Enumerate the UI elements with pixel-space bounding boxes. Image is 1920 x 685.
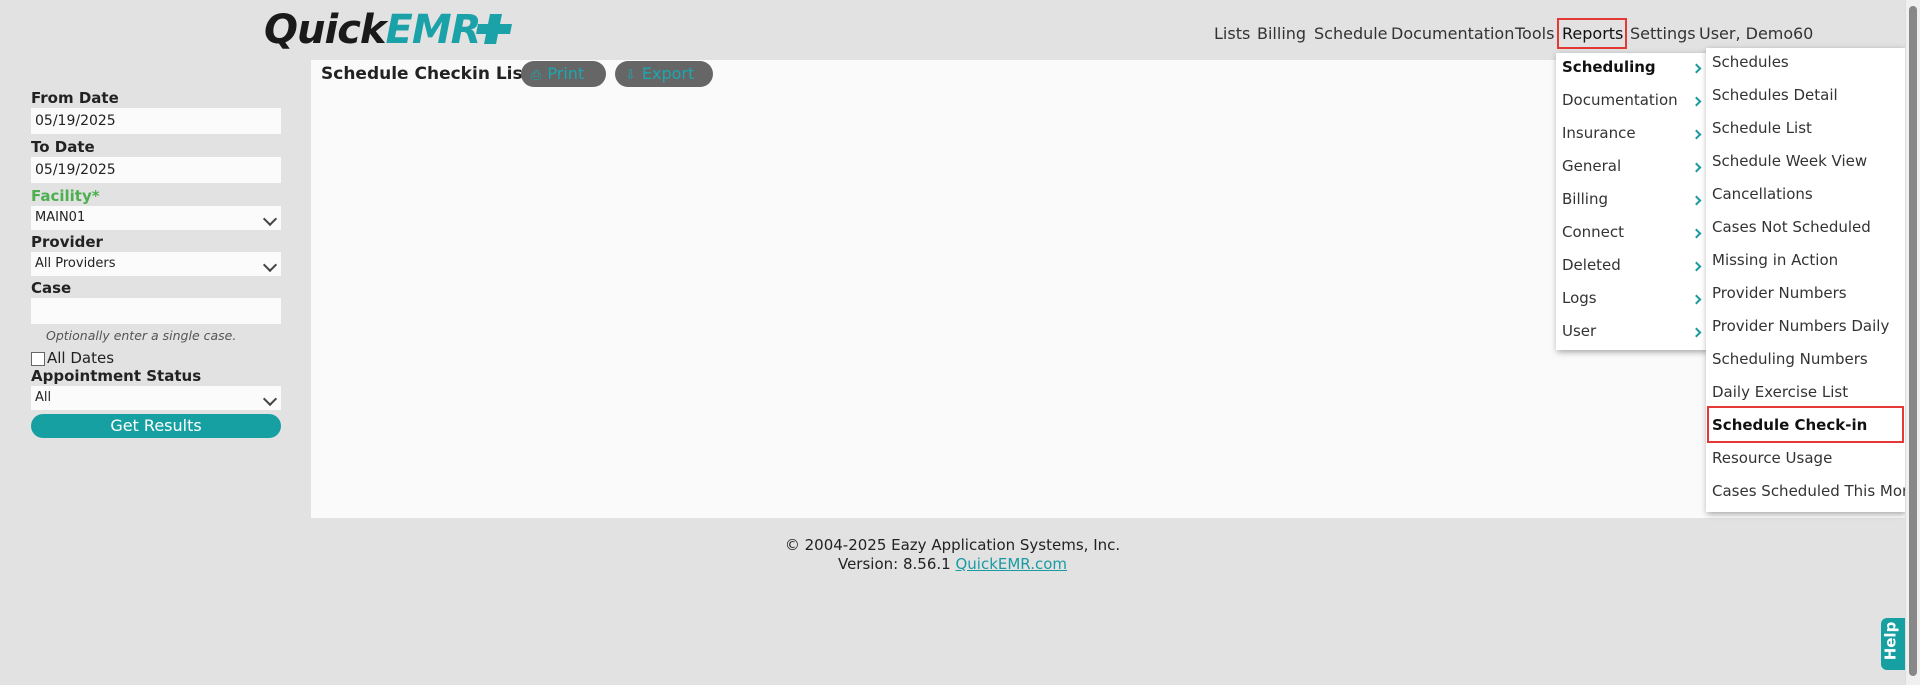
chevron-down-icon [262,257,278,273]
chevron-right-icon [1691,129,1702,140]
nav-schedule[interactable]: Schedule [1314,22,1388,46]
nav-billing[interactable]: Billing [1257,22,1306,46]
provider-selected-value: All Providers [35,256,116,271]
facility-selected-value: MAIN01 [35,210,86,225]
top-navbar: QuickEMR Lists Billing Schedule Document… [0,0,1905,60]
export-label: Export [641,64,695,83]
menu-item-scheduling[interactable]: Scheduling [1562,57,1656,77]
menu-item-insurance[interactable]: Insurance [1562,123,1636,143]
facility-select[interactable]: MAIN01 [31,206,281,230]
quickemr-logo[interactable]: QuickEMR [264,8,481,52]
chevron-down-icon [262,211,278,227]
from-date-label: From Date [31,89,119,107]
scrollbar-thumb[interactable] [1909,6,1917,676]
appointment-status-label: Appointment Status [31,367,202,385]
submenu-item-provider-numbers[interactable]: Provider Numbers [1712,283,1847,303]
submenu-item-cases-scheduled-this-month[interactable]: Cases Scheduled This Mont [1712,481,1905,501]
nav-user-menu[interactable]: User, Demo [1699,22,1793,46]
menu-item-documentation[interactable]: Documentation [1562,90,1678,110]
appointment-status-selected-value: All [35,390,52,405]
from-date-input[interactable]: 05/19/2025 [31,108,281,134]
scheduling-submenu: Schedules Schedules Detail Schedule List… [1706,48,1905,512]
all-dates-label: All Dates [47,349,115,367]
menu-item-connect[interactable]: Connect [1562,222,1624,242]
page-title: Schedule Checkin List [321,64,531,84]
submenu-item-cases-not-scheduled[interactable]: Cases Not Scheduled [1712,217,1871,237]
chevron-right-icon [1691,261,1702,272]
submenu-item-schedule-list[interactable]: Schedule List [1712,118,1812,138]
chevron-right-icon [1691,294,1702,305]
nav-notification-count[interactable]: 60 [1793,22,1813,46]
logo-plus-icon [476,14,512,44]
provider-label: Provider [31,233,103,251]
print-label: Print [547,64,585,83]
help-label: Help [1881,621,1900,661]
download-icon: ⇩ [625,68,636,83]
submenu-item-scheduling-numbers[interactable]: Scheduling Numbers [1712,349,1868,369]
to-date-input[interactable]: 05/19/2025 [31,157,281,183]
filter-sidebar: From Date 05/19/2025 To Date 05/19/2025 … [0,60,311,518]
chevron-down-icon [262,391,278,407]
case-hint: Optionally enter a single case. [46,328,237,343]
nav-settings[interactable]: Settings [1630,22,1696,46]
chevron-right-icon [1691,63,1702,74]
version-text: Version: 8.56.1 [837,555,951,573]
submenu-item-cancellations[interactable]: Cancellations [1712,184,1813,204]
print-button[interactable]: ⎙ Print [521,61,606,87]
schedule-check-in-highlight-box [1707,406,1904,443]
chevron-right-icon [1691,162,1702,173]
nav-documentation[interactable]: Documentation [1391,22,1514,46]
print-icon: ⎙ [531,68,542,83]
reports-highlight-box [1557,18,1627,49]
facility-label: Facility* [31,187,100,205]
menu-item-deleted[interactable]: Deleted [1562,255,1621,275]
all-dates-checkbox[interactable] [31,352,45,366]
scrollbar[interactable] [1905,0,1920,685]
case-input[interactable] [31,298,281,324]
quickemr-link[interactable]: QuickEMR.com [955,555,1067,573]
nav-lists[interactable]: Lists [1214,22,1250,46]
chevron-right-icon [1691,327,1702,338]
chevron-right-icon [1691,195,1702,206]
case-label: Case [31,279,72,297]
submenu-item-schedules[interactable]: Schedules [1712,52,1789,72]
chevron-right-icon [1691,228,1702,239]
menu-item-logs[interactable]: Logs [1562,288,1597,308]
copyright-text: © 2004-2025 Eazy Application Systems, In… [784,536,1121,554]
submenu-item-missing-in-action[interactable]: Missing in Action [1712,250,1838,270]
submenu-item-daily-exercise-list[interactable]: Daily Exercise List [1712,382,1848,402]
footer: © 2004-2025 Eazy Application Systems, In… [0,536,1905,574]
provider-select[interactable]: All Providers [31,252,281,276]
help-tab[interactable]: Help [1881,618,1905,670]
version-line: Version: 8.56.1 QuickEMR.com [0,555,1905,574]
chevron-right-icon [1691,96,1702,107]
submenu-item-schedules-detail[interactable]: Schedules Detail [1712,85,1838,105]
submenu-item-provider-numbers-daily[interactable]: Provider Numbers Daily [1712,316,1889,336]
export-button[interactable]: ⇩ Export [615,61,713,87]
to-date-label: To Date [31,138,95,156]
menu-item-general[interactable]: General [1562,156,1621,176]
get-results-button[interactable]: Get Results [31,414,281,438]
menu-item-billing[interactable]: Billing [1562,189,1608,209]
submenu-item-schedule-week-view[interactable]: Schedule Week View [1712,151,1867,171]
reports-dropdown-menu: Scheduling Documentation Insurance Gener… [1556,53,1708,350]
submenu-item-resource-usage[interactable]: Resource Usage [1712,448,1832,468]
nav-tools[interactable]: Tools [1515,22,1554,46]
menu-item-user[interactable]: User [1562,321,1596,341]
appointment-status-select[interactable]: All [31,386,281,410]
